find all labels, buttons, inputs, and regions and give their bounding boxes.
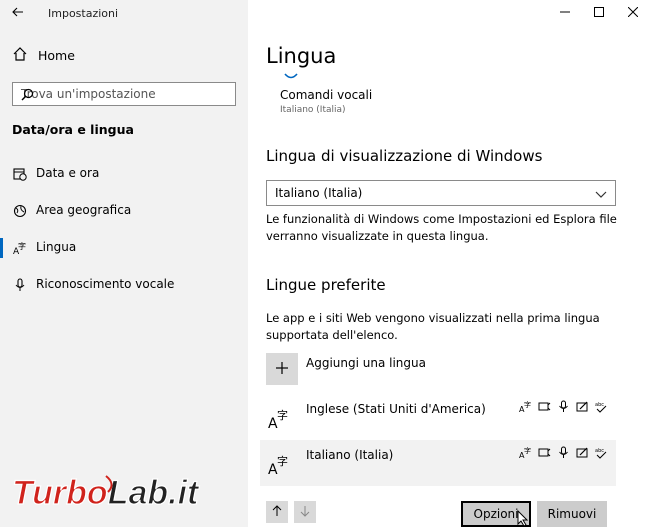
text-to-speech-feature-icon <box>538 400 551 413</box>
page-title: Lingua <box>266 44 337 68</box>
preferred-languages-description: Le app e i siti Web vengono visualizzati… <box>266 311 600 342</box>
sidebar-item-label: Area geografica <box>36 203 132 217</box>
language-icon: A字 <box>12 240 28 256</box>
search-icon[interactable] <box>21 88 229 104</box>
window-title: Impostazioni <box>48 7 119 20</box>
maximize-icon <box>594 6 604 20</box>
sidebar-item-speech[interactable]: Riconoscimento vocale <box>0 268 248 302</box>
turbolab-watermark-logo: TurboLab.it <box>8 470 238 520</box>
display-language-feature-icon: A字 <box>519 400 532 413</box>
minimize-icon <box>560 6 570 20</box>
spellcheck-feature-icon: abc <box>595 400 608 413</box>
display-language-feature-icon: A字 <box>519 446 532 459</box>
maximize-button[interactable] <box>582 0 616 26</box>
handwriting-feature-icon <box>576 446 589 459</box>
sidebar-item-label: Riconoscimento vocale <box>36 277 175 291</box>
speech-feature-icon <box>557 446 570 459</box>
sidebar: Home Trova un'impostazione Data/ora e li… <box>0 0 248 527</box>
calendar-clock-icon <box>12 166 28 182</box>
voice-commands-title[interactable]: Comandi vocali <box>280 88 372 102</box>
add-language-button[interactable] <box>266 353 298 385</box>
handwriting-feature-icon <box>576 400 589 413</box>
remove-button[interactable]: Rimuovi <box>537 501 607 527</box>
arrow-up-icon <box>271 504 283 520</box>
svg-text:字: 字 <box>277 408 288 422</box>
minimize-button[interactable] <box>548 0 582 26</box>
home-label: Home <box>38 48 75 63</box>
language-features: A字 abc <box>519 446 608 459</box>
language-features: A字 abc <box>519 400 608 413</box>
plus-icon <box>275 361 289 378</box>
language-row-english[interactable]: A字 Inglese (Stati Uniti d'America) A字 ab… <box>260 394 616 440</box>
preferred-languages-heading: Lingue preferite <box>266 276 386 294</box>
home-icon <box>12 46 28 65</box>
section-title: Data/ora e lingua <box>12 122 134 137</box>
voice-commands-subtitle: Italiano (Italia) <box>280 105 346 115</box>
svg-text:TurboLab.it: TurboLab.it <box>12 474 200 512</box>
display-language-value: Italiano (Italia) <box>275 186 363 200</box>
language-icon: A字 <box>268 454 290 479</box>
svg-text:字: 字 <box>524 446 531 455</box>
sidebar-item-date-time[interactable]: Data e ora <box>0 157 248 191</box>
back-button[interactable] <box>6 3 30 23</box>
display-language-description: Le funzionalità di Windows come Impostaz… <box>266 212 617 243</box>
globe-icon <box>12 203 28 219</box>
move-up-button[interactable] <box>266 501 288 523</box>
sidebar-item-language[interactable]: A字 Lingua <box>0 231 248 265</box>
window-controls <box>548 0 650 26</box>
svg-text:字: 字 <box>524 400 531 409</box>
sidebar-item-label: Data e ora <box>36 166 100 180</box>
svg-text:字: 字 <box>18 241 26 251</box>
main-content: Lingua Comandi vocali Italiano (Italia) … <box>248 0 650 527</box>
display-language-select[interactable]: Italiano (Italia) <box>266 180 616 206</box>
text-to-speech-feature-icon <box>538 446 551 459</box>
language-icon: A字 <box>268 408 290 433</box>
display-language-heading: Lingua di visualizzazione di Windows <box>266 147 543 165</box>
svg-text:字: 字 <box>277 454 288 468</box>
sidebar-item-region[interactable]: Area geografica <box>0 194 248 228</box>
svg-text:abc: abc <box>595 448 604 454</box>
close-icon <box>627 6 639 20</box>
voice-command-icon <box>284 70 298 84</box>
home-nav-item[interactable]: Home <box>12 46 75 65</box>
close-button[interactable] <box>616 0 650 26</box>
add-language-label[interactable]: Aggiungi una lingua <box>306 356 426 370</box>
sidebar-item-label: Lingua <box>36 240 77 254</box>
speech-feature-icon <box>557 400 570 413</box>
title-bar: Impostazioni <box>0 0 650 26</box>
mouse-cursor-icon <box>517 509 529 527</box>
back-arrow-icon <box>12 6 24 21</box>
svg-text:abc: abc <box>595 402 604 408</box>
search-input[interactable]: Trova un'impostazione <box>12 82 236 106</box>
language-name: Italiano (Italia) <box>306 448 394 462</box>
language-name: Inglese (Stati Uniti d'America) <box>306 402 486 416</box>
chevron-down-icon <box>595 188 607 202</box>
arrow-down-icon <box>299 505 311 520</box>
microphone-icon <box>12 277 28 293</box>
spellcheck-feature-icon: abc <box>595 446 608 459</box>
move-down-button[interactable] <box>294 501 316 523</box>
language-row-italian[interactable]: A字 Italiano (Italia) A字 abc <box>260 440 616 486</box>
